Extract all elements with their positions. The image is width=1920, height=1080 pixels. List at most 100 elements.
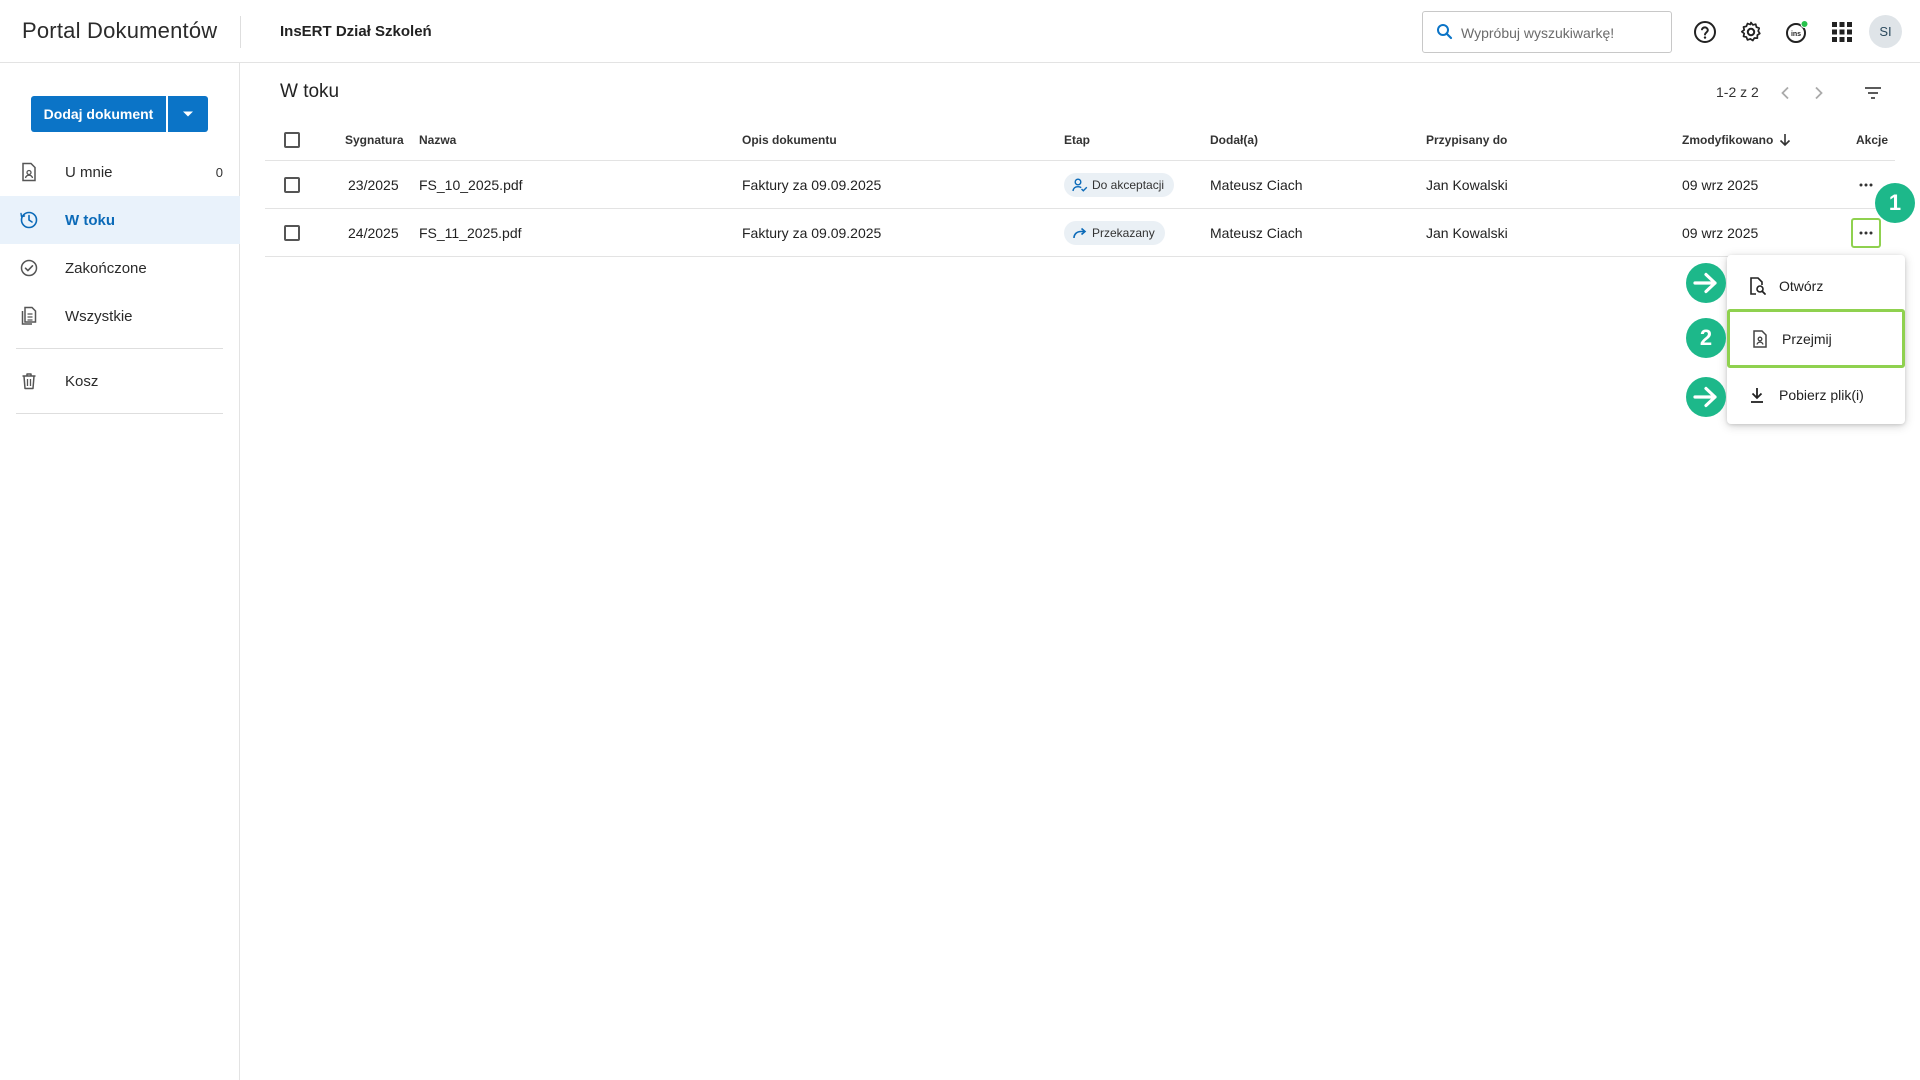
arrow-right-icon (1693, 386, 1717, 408)
sidebar-item-count: 0 (215, 164, 223, 180)
caret-down-icon (183, 111, 193, 117)
stage-cell: Do akceptacji (1064, 161, 1175, 209)
search-box[interactable] (1422, 11, 1672, 53)
table-row[interactable]: 23/2025 FS_10_2025.pdf Faktury za 09.09.… (265, 161, 1895, 209)
column-header-description[interactable]: Opis dokumentu (742, 119, 837, 161)
column-header-modified-label: Zmodyfikowano (1682, 133, 1774, 147)
select-all-checkbox-cell (284, 119, 300, 161)
sidebar-item-label: Zakończone (65, 259, 147, 277)
menu-item-take-over[interactable]: Przejmij (1727, 309, 1905, 368)
ins-assistant-icon[interactable]: ins (1781, 16, 1813, 48)
row-checkbox[interactable] (284, 177, 300, 193)
sidebar: Dodaj dokument U mnie 0 W toku Zakończon… (0, 63, 240, 1080)
user-check-icon (1072, 178, 1088, 192)
sort-descending-icon (1780, 134, 1791, 147)
sidebar-item-w-toku[interactable]: W toku (0, 196, 240, 244)
sidebar-item-label: W toku (65, 211, 115, 229)
description-cell: Faktury za 09.09.2025 (742, 177, 882, 193)
arrow-right-icon (1693, 272, 1717, 294)
app-title[interactable]: Portal Dokumentów (22, 18, 217, 44)
menu-item-open[interactable]: Otwórz (1727, 261, 1905, 311)
column-header-added-by[interactable]: Dodał(a) (1210, 119, 1258, 161)
stage-cell: Przekazany (1064, 209, 1165, 257)
document-user-icon (22, 162, 36, 182)
menu-item-label: Pobierz plik(i) (1779, 387, 1864, 403)
clock-icon (20, 211, 38, 229)
sidebar-divider (16, 348, 223, 349)
modified-cell: 09 wrz 2025 (1682, 177, 1759, 193)
sidebar-item-kosz[interactable]: Kosz (0, 357, 240, 405)
svg-text:ins: ins (1791, 31, 1801, 38)
sidebar-item-label: Kosz (65, 372, 99, 390)
added-by-cell: Mateusz Ciach (1210, 225, 1303, 241)
stage-badge-label: Przekazany (1092, 226, 1155, 240)
signature-cell: 23/2025 (348, 177, 399, 193)
select-all-checkbox[interactable] (284, 132, 300, 148)
organization-name: InsERT Dział Szkoleń (280, 23, 432, 40)
name-cell[interactable]: FS_11_2025.pdf (419, 209, 522, 257)
file-search-icon (1750, 277, 1766, 295)
sidebar-item-u-mnie[interactable]: U mnie 0 (0, 148, 240, 196)
column-header-modified[interactable]: Zmodyfikowano (1682, 119, 1791, 161)
download-icon (1751, 388, 1763, 403)
menu-item-download[interactable]: Pobierz plik(i) (1727, 370, 1905, 420)
add-document-button[interactable]: Dodaj dokument (31, 96, 166, 132)
stage-badge: Do akceptacji (1064, 173, 1175, 197)
menu-item-label: Otwórz (1779, 278, 1824, 294)
trash-icon (22, 373, 36, 390)
apps-grid-icon[interactable] (1826, 16, 1858, 48)
help-icon[interactable] (1689, 16, 1721, 48)
description-cell: Faktury za 09.09.2025 (742, 225, 882, 241)
top-header: Portal Dokumentów InsERT Dział Szkoleń i… (0, 0, 1920, 63)
column-header-actions: Akcje (1856, 133, 1889, 147)
column-header-signature[interactable]: Sygnatura (345, 119, 404, 161)
sidebar-divider (16, 413, 223, 414)
sidebar-item-label: U mnie (65, 163, 113, 181)
add-document-dropdown-button[interactable] (168, 96, 208, 132)
settings-gear-icon[interactable] (1735, 16, 1767, 48)
sidebar-item-wszystkie[interactable]: Wszystkie (0, 292, 240, 340)
page-title: W toku (280, 81, 340, 102)
column-header-stage[interactable]: Etap (1064, 119, 1090, 161)
stage-badge-label: Do akceptacji (1092, 178, 1165, 192)
filter-icon[interactable] (1862, 82, 1884, 104)
more-actions-button[interactable] (1851, 218, 1881, 248)
header-divider (240, 16, 241, 48)
sidebar-item-zakonczone[interactable]: Zakończone (0, 244, 240, 292)
column-header-assigned-to[interactable]: Przypisany do (1426, 119, 1507, 161)
table-row[interactable]: 24/2025 FS_11_2025.pdf Faktury za 09.09.… (265, 209, 1895, 257)
add-document-split-button: Dodaj dokument (31, 96, 208, 132)
row-checkbox-cell (284, 209, 300, 257)
row-actions-menu: Otwórz Przejmij Pobierz plik(i) (1727, 255, 1905, 424)
previous-page-icon[interactable] (1774, 82, 1796, 104)
actions-cell (1851, 209, 1881, 257)
check-circle-icon (20, 259, 38, 277)
step-marker-2: 2 (1686, 318, 1726, 358)
stage-badge: Przekazany (1064, 221, 1165, 245)
sidebar-item-label: Wszystkie (65, 307, 133, 325)
added-by-cell: Mateusz Ciach (1210, 177, 1303, 193)
row-checkbox[interactable] (284, 225, 300, 241)
search-icon (1437, 24, 1453, 40)
forward-arrow-icon (1073, 227, 1087, 239)
next-page-icon[interactable] (1808, 82, 1830, 104)
arrow-marker-open (1686, 263, 1726, 303)
file-user-icon (1753, 329, 1767, 348)
step-marker-1: 1 (1875, 183, 1915, 223)
name-cell[interactable]: FS_10_2025.pdf (419, 161, 523, 209)
signature-cell: 24/2025 (348, 225, 399, 241)
documents-icon (21, 306, 37, 325)
user-avatar[interactable]: SI (1869, 15, 1902, 48)
table-header-row: Sygnatura Nazwa Opis dokumentu Etap Doda… (265, 119, 1895, 161)
assigned-to-cell: Jan Kowalski (1426, 225, 1508, 241)
search-input[interactable] (1461, 22, 1661, 44)
row-checkbox-cell (284, 161, 300, 209)
pagination-info: 1-2 z 2 (1716, 84, 1759, 100)
column-header-name[interactable]: Nazwa (419, 119, 456, 161)
more-horizontal-icon (1859, 183, 1873, 187)
menu-item-label: Przejmij (1782, 330, 1832, 347)
assigned-to-cell: Jan Kowalski (1426, 177, 1508, 193)
more-horizontal-icon (1859, 231, 1873, 235)
modified-cell: 09 wrz 2025 (1682, 225, 1759, 241)
arrow-marker-download (1686, 377, 1726, 417)
